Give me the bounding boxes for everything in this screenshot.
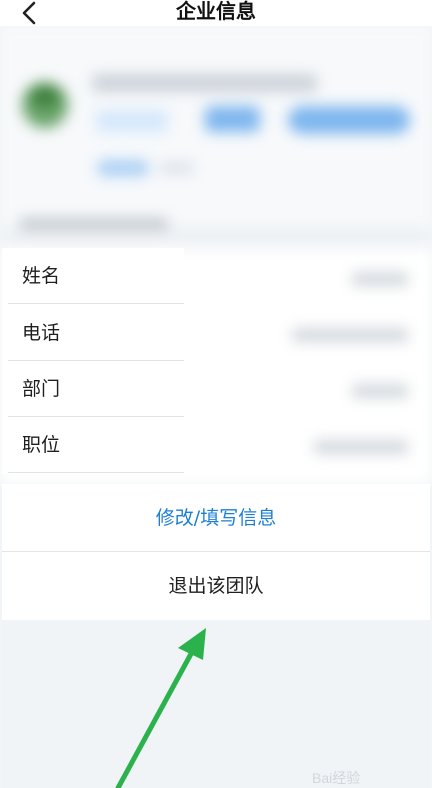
field-value-placeholder (314, 440, 408, 454)
button-placeholder (205, 106, 260, 132)
edit-info-button[interactable]: 修改/填写信息 (2, 484, 430, 552)
field-value-placeholder (352, 272, 408, 286)
field-row-department: 部门 (8, 361, 184, 417)
field-value-placeholder (292, 328, 408, 342)
tag-placeholder (98, 160, 148, 176)
top-nav-bar: 企业信息 (0, 0, 432, 26)
watermark: Bai经验 (312, 762, 432, 788)
watermark-text: Bai经验 (312, 770, 361, 786)
field-value-placeholder (352, 384, 408, 398)
field-row-name: 姓名 (8, 248, 184, 304)
field-label: 职位 (22, 434, 61, 456)
field-label: 姓名 (22, 265, 61, 287)
field-row-position: 职位 (8, 417, 184, 473)
field-row-phone: 电话 (8, 305, 184, 361)
page-title: 企业信息 (176, 0, 256, 23)
company-logo-shape (30, 86, 60, 106)
tag-placeholder (96, 110, 168, 132)
field-label: 电话 (22, 322, 61, 344)
section-title-placeholder (20, 218, 168, 230)
button-placeholder (288, 106, 410, 134)
tag-placeholder (160, 162, 194, 174)
field-label: 部门 (22, 378, 61, 400)
action-sheet: 修改/填写信息 退出该团队 (2, 484, 430, 620)
field-list: 姓名 电话 部门 职位 (2, 248, 184, 474)
company-name-placeholder (92, 74, 317, 92)
leave-team-button[interactable]: 退出该团队 (2, 552, 430, 620)
